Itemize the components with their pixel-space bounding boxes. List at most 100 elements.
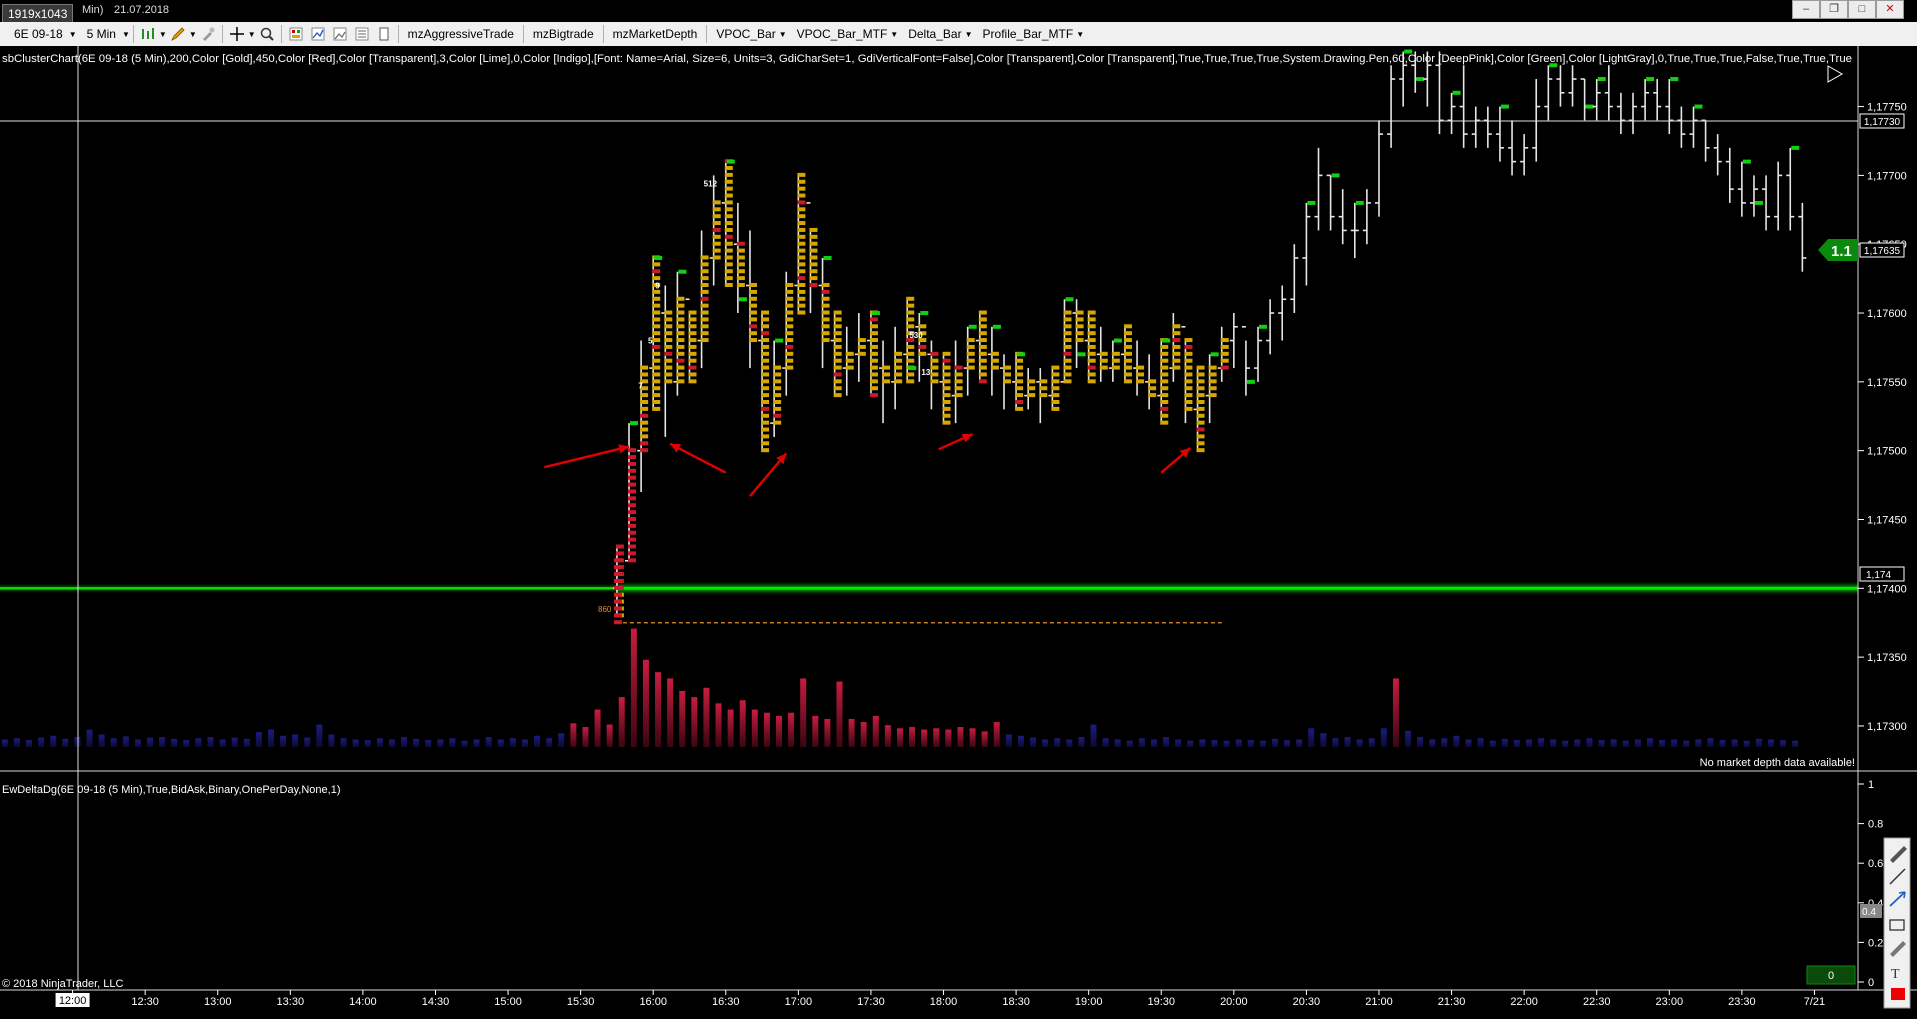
chart-image-icon[interactable] bbox=[332, 26, 348, 42]
volume-bar bbox=[1078, 737, 1085, 747]
volume-bar bbox=[751, 709, 758, 747]
volume-bar bbox=[1102, 738, 1109, 747]
volume-bar bbox=[1150, 739, 1157, 747]
maximize-button[interactable]: □ bbox=[1848, 0, 1876, 19]
cluster-cell bbox=[652, 365, 661, 370]
cluster-cell bbox=[797, 276, 806, 281]
instrument-selector[interactable]: 6E 09-18 ▼ bbox=[0, 24, 77, 44]
chart-canvas[interactable]: 51253013957 1,177501,177001,176501,17600… bbox=[0, 46, 1917, 1019]
cluster-cell bbox=[688, 351, 697, 356]
volume-bar bbox=[219, 739, 226, 747]
volume-bar bbox=[727, 709, 734, 747]
properties-icon[interactable] bbox=[354, 26, 370, 42]
chevron-down-icon[interactable]: ▼ bbox=[189, 30, 197, 39]
indicator-button-mzaggressivetrade[interactable]: mzAggressiveTrade bbox=[402, 24, 520, 44]
volume-bar bbox=[642, 659, 649, 747]
lime-marker bbox=[775, 338, 784, 343]
volume-bar bbox=[1780, 740, 1787, 747]
volume-bar bbox=[62, 738, 69, 747]
cluster-cell bbox=[628, 482, 637, 487]
cluster-cell bbox=[797, 221, 806, 226]
lime-marker bbox=[920, 311, 929, 316]
window-date: 21.07.2018 bbox=[114, 4, 170, 16]
indicator-button-vpoc-bar-mtf[interactable]: VPOC_Bar_MTF ▼ bbox=[791, 24, 899, 44]
title-bar: 1919x1043 Min) 21.07.2018 – ❐ □ ✕ bbox=[0, 0, 1917, 24]
page-icon[interactable] bbox=[376, 26, 392, 42]
cluster-cell bbox=[615, 551, 624, 556]
interval-selector[interactable]: 5 Min ▼ bbox=[81, 24, 130, 44]
lime-marker bbox=[1670, 77, 1679, 82]
cluster-cell bbox=[1196, 386, 1205, 391]
cluster-cell bbox=[821, 324, 830, 329]
cluster-cell bbox=[1208, 379, 1217, 384]
cluster-cell bbox=[712, 227, 721, 232]
cluster-cell bbox=[773, 386, 782, 391]
indicators-icon[interactable] bbox=[288, 26, 304, 42]
volume-bar bbox=[1344, 737, 1351, 747]
cluster-cell bbox=[1027, 386, 1036, 391]
lime-marker bbox=[738, 297, 747, 302]
chevron-down-icon[interactable]: ▼ bbox=[248, 30, 256, 39]
indicator-label: VPOC_Bar bbox=[716, 27, 776, 41]
text-tool-icon[interactable]: T bbox=[1891, 967, 1900, 982]
cluster-cell bbox=[676, 344, 685, 349]
cluster-cell bbox=[712, 248, 721, 253]
strategies-icon[interactable] bbox=[310, 26, 326, 42]
delta-value-tag: 0.4 bbox=[1860, 904, 1882, 918]
pencil-icon[interactable] bbox=[170, 26, 186, 42]
cluster-cell bbox=[761, 372, 770, 377]
lime-marker bbox=[1246, 379, 1255, 384]
cluster-cell bbox=[761, 427, 770, 432]
volume-bar bbox=[1707, 738, 1714, 747]
chevron-down-icon[interactable]: ▼ bbox=[159, 30, 167, 39]
cluster-cell bbox=[1063, 344, 1072, 349]
bar-style-icon[interactable] bbox=[140, 26, 156, 42]
volume-bar bbox=[1405, 730, 1412, 747]
cluster-cell bbox=[748, 324, 757, 329]
lime-marker bbox=[1113, 338, 1122, 343]
lime-marker bbox=[1307, 200, 1316, 205]
cluster-cell bbox=[809, 269, 818, 274]
indicator-button-mzmarketdepth[interactable]: mzMarketDepth bbox=[607, 24, 704, 44]
indicator-button-profile-bar-mtf[interactable]: Profile_Bar_MTF ▼ bbox=[977, 24, 1085, 44]
close-button[interactable]: ✕ bbox=[1876, 0, 1904, 19]
color-swatch-icon[interactable] bbox=[1891, 988, 1905, 1000]
cluster-cell bbox=[942, 386, 951, 391]
restore-button[interactable]: ❐ bbox=[1820, 0, 1848, 19]
minimize-button[interactable]: – bbox=[1792, 0, 1820, 19]
cluster-cell bbox=[978, 344, 987, 349]
cluster-cell bbox=[797, 207, 806, 212]
cluster-cell bbox=[809, 262, 818, 267]
indicator-button-vpoc-bar[interactable]: VPOC_Bar ▼ bbox=[710, 24, 786, 44]
indicator-button-delta-bar[interactable]: Delta_Bar ▼ bbox=[902, 24, 972, 44]
volume-bar bbox=[1138, 738, 1145, 747]
chart-background bbox=[0, 46, 1917, 1019]
cluster-cell bbox=[1172, 351, 1181, 356]
cluster-cell bbox=[1148, 393, 1157, 398]
crosshair-icon[interactable] bbox=[229, 26, 245, 42]
cluster-cell bbox=[785, 303, 794, 308]
cluster-cell bbox=[1099, 351, 1108, 356]
time-tick-label: 18:00 bbox=[930, 996, 958, 1008]
cluster-cell bbox=[1196, 434, 1205, 439]
cluster-cell bbox=[1172, 358, 1181, 363]
volume-bar bbox=[437, 739, 444, 747]
cluster-cell bbox=[773, 379, 782, 384]
indicator-button-mzbigtrade[interactable]: mzBigtrade bbox=[527, 24, 600, 44]
cluster-cell bbox=[833, 317, 842, 322]
cluster-cell bbox=[676, 372, 685, 377]
cluster-cell bbox=[1160, 393, 1169, 398]
cluster-cell bbox=[833, 351, 842, 356]
cluster-cell bbox=[640, 406, 649, 411]
cluster-cell bbox=[978, 310, 987, 315]
cluster-cell bbox=[845, 365, 854, 370]
cluster-cell bbox=[688, 331, 697, 336]
volume-bar bbox=[1, 739, 8, 747]
volume-bar bbox=[1767, 739, 1774, 747]
volume-bar bbox=[1755, 738, 1762, 747]
price-tick-label: 1,17450 bbox=[1867, 514, 1907, 526]
volume-bar bbox=[292, 734, 299, 747]
price-tick-label: 1,17750 bbox=[1867, 102, 1907, 114]
dropper-icon[interactable] bbox=[200, 26, 216, 42]
zoom-icon[interactable] bbox=[259, 26, 275, 42]
